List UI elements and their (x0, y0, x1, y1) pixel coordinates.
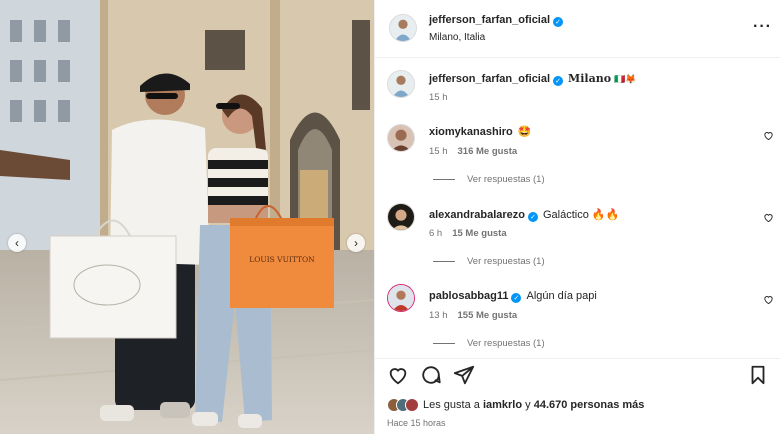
bookmark-save-icon[interactable] (747, 364, 769, 386)
post-actions: Les gusta a iamkrlo y 44.670 personas má… (375, 358, 780, 434)
orange-shopping-bag: LOUIS VUITTON (230, 205, 334, 308)
comment-username[interactable]: alexandrabalarezo (429, 209, 525, 221)
comment-likes[interactable]: 15 Me gusta (452, 228, 506, 239)
verified-badge-icon: ✓ (511, 293, 522, 303)
heart-outline-icon[interactable] (763, 212, 774, 223)
verified-badge-icon: ✓ (553, 17, 564, 27)
comment-time: 13 h (429, 310, 448, 321)
comment-text: 🤩 (517, 126, 532, 138)
heart-outline-icon[interactable] (763, 294, 774, 305)
comment-text: Algún día papi (526, 290, 597, 302)
post-side-panel: jefferson_farfan_oficial ✓ Milano, Italia… (374, 0, 780, 434)
comment-text: Galáctico 🔥🔥 (543, 209, 620, 221)
comment-likes[interactable]: 155 Me gusta (458, 310, 518, 321)
more-horizontal-icon[interactable]: ··· (753, 18, 772, 36)
liker-avatar (405, 398, 419, 412)
bag-brand-text: LOUIS VUITTON (249, 255, 315, 264)
likes-prefix: Les gusta a (423, 399, 480, 411)
comment-username[interactable]: pablosabbag11 (429, 290, 508, 302)
caption-text: Milano (568, 72, 612, 85)
commenter-avatar[interactable] (387, 284, 415, 312)
post-photo[interactable]: LOUIS VUITTON ‹ › (0, 0, 374, 434)
chevron-left-icon[interactable]: ‹ (8, 234, 26, 252)
likes-text: Les gusta a iamkrlo y 44.670 personas má… (423, 399, 644, 411)
author-username[interactable]: jefferson_farfan_oficial (429, 14, 550, 26)
comment-bubble-icon[interactable] (420, 364, 442, 386)
likes-summary[interactable]: Les gusta a iamkrlo y 44.670 personas má… (387, 398, 644, 412)
heart-outline-icon[interactable] (763, 130, 774, 141)
caption-author-avatar[interactable] (387, 70, 415, 98)
instagram-post-view: LOUIS VUITTON ‹ › jefferson_farfan_ofici… (0, 0, 780, 434)
view-replies-label[interactable]: Ver respuestas (1) (467, 174, 545, 185)
comment-likes[interactable]: 316 Me gusta (458, 146, 518, 157)
posted-time: Hace 15 horas (387, 418, 446, 428)
like-heart-icon[interactable] (387, 364, 409, 386)
caption-emoji: 🇮🇹🦊 (614, 74, 637, 84)
post-header: jefferson_farfan_oficial ✓ Milano, Italia… (375, 0, 780, 58)
chevron-right-icon[interactable]: › (347, 234, 365, 252)
author-name-row: jefferson_farfan_oficial ✓ (429, 14, 564, 27)
replies-divider (433, 179, 455, 180)
view-replies-label[interactable]: Ver respuestas (1) (467, 256, 545, 267)
caption-time: 15 h (429, 92, 448, 103)
replies-divider (433, 261, 455, 262)
likes-count[interactable]: 44.670 personas más (534, 399, 645, 411)
verified-badge-icon: ✓ (528, 212, 538, 222)
view-replies[interactable]: Ver respuestas (1) (433, 174, 545, 185)
commenter-avatar[interactable] (387, 124, 415, 152)
white-shopping-bag (49, 219, 177, 339)
comment-line: xiomykanashiro 🤩 (429, 125, 531, 138)
view-replies[interactable]: Ver respuestas (1) (433, 256, 545, 267)
comment-meta: 15 h 316 Me gusta (429, 146, 517, 157)
comment-time: 15 h (429, 146, 448, 157)
likes-user[interactable]: iamkrlo (483, 399, 522, 411)
comment-meta: 13 h 155 Me gusta (429, 310, 517, 321)
post-location[interactable]: Milano, Italia (429, 32, 485, 43)
commenter-avatar[interactable] (387, 203, 415, 231)
comment-time: 6 h (429, 228, 443, 239)
comment-line: pablosabbag11 ✓ Algún día papi (429, 290, 597, 303)
caption-username[interactable]: jefferson_farfan_oficial (429, 73, 550, 85)
replies-divider (433, 343, 455, 344)
comments-list: jefferson_farfan_oficial ✓ Milano 🇮🇹🦊 15 h… (375, 58, 780, 358)
caption-line: jefferson_farfan_oficial ✓ Milano 🇮🇹🦊 (429, 72, 637, 86)
view-replies[interactable]: Ver respuestas (1) (433, 338, 545, 349)
comment-line: alexandrabalarezo ✓ Galáctico 🔥🔥 (429, 208, 619, 222)
photo-scene: LOUIS VUITTON (0, 0, 374, 434)
comment-username[interactable]: xiomykanashiro (429, 126, 513, 138)
author-avatar[interactable] (389, 14, 417, 42)
share-send-icon[interactable] (453, 364, 475, 386)
comment-meta: 6 h 15 Me gusta (429, 228, 507, 239)
view-replies-label[interactable]: Ver respuestas (1) (467, 338, 545, 349)
likes-joiner: y (525, 399, 531, 411)
verified-badge-icon: ✓ (553, 76, 564, 86)
